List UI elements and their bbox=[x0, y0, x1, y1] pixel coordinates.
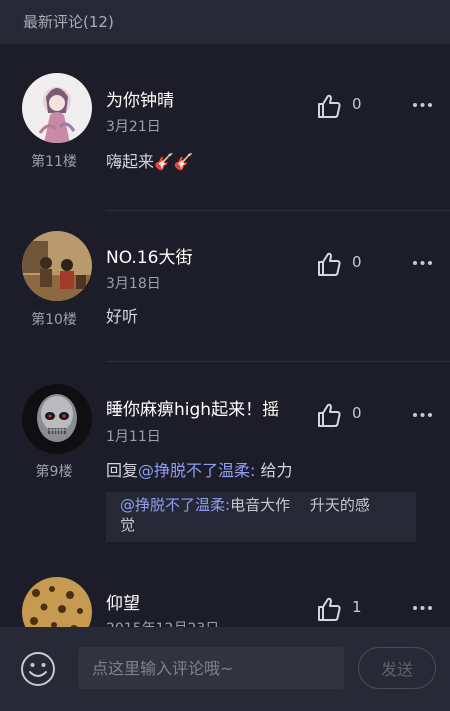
like-count: 0 bbox=[352, 95, 362, 113]
comment-username[interactable]: 仰望 bbox=[106, 589, 140, 614]
more-options-button[interactable] bbox=[408, 405, 438, 425]
comment-text: 嗨起来🎸🎸 bbox=[106, 152, 194, 171]
like-count: 0 bbox=[352, 253, 362, 271]
comment-composer: 发送 bbox=[0, 627, 450, 711]
quoted-text-line1: 电音大作 升天的感 bbox=[230, 496, 370, 514]
avatar[interactable] bbox=[22, 384, 92, 454]
thumbs-up-icon bbox=[318, 94, 341, 118]
comments-page: 最新评论(12) 第11楼 为你钟晴 3月21日 嗨起来🎸🎸 0 第10楼 NO… bbox=[0, 0, 450, 711]
like-button[interactable]: 0 bbox=[312, 91, 372, 121]
more-dots-icon bbox=[413, 606, 432, 610]
like-count: 1 bbox=[352, 598, 362, 616]
reply-prefix: 回复 bbox=[106, 461, 139, 480]
floor-label: 第10楼 bbox=[31, 312, 77, 328]
comment-date: 1月11日 bbox=[106, 429, 161, 445]
floor-label: 第9楼 bbox=[35, 464, 73, 480]
thumbs-up-icon bbox=[318, 403, 341, 427]
more-dots-icon bbox=[413, 261, 432, 265]
reply-text: 给力 bbox=[255, 461, 293, 480]
comment-username[interactable]: NO.16大街 bbox=[106, 243, 192, 268]
send-button[interactable]: 发送 bbox=[358, 647, 436, 689]
like-button[interactable]: 0 bbox=[312, 400, 372, 430]
avatar[interactable] bbox=[22, 73, 92, 143]
quoted-comment: @挣脱不了温柔:电音大作 升天的感 觉 bbox=[106, 492, 416, 542]
like-button[interactable]: 0 bbox=[312, 249, 372, 279]
floor-label: 第11楼 bbox=[31, 154, 77, 170]
thumbs-up-icon bbox=[318, 252, 341, 276]
more-options-button[interactable] bbox=[408, 95, 438, 115]
more-dots-icon bbox=[413, 413, 432, 417]
comment-reply: 回复@挣脱不了温柔: 给力 bbox=[106, 457, 293, 481]
comment-text: 好听 bbox=[106, 307, 139, 326]
more-dots-icon bbox=[413, 103, 432, 107]
comment-username[interactable]: 睡你麻痹high起来！摇 bbox=[106, 395, 279, 420]
reply-mention[interactable]: @挣脱不了温柔: bbox=[138, 461, 255, 480]
section-header: 最新评论(12) bbox=[0, 0, 450, 44]
thumbs-up-icon bbox=[318, 597, 341, 621]
comment-input[interactable] bbox=[78, 647, 344, 689]
avatar[interactable] bbox=[22, 231, 92, 301]
like-button[interactable]: 1 bbox=[312, 594, 372, 624]
comments-count-title: 最新评论(12) bbox=[23, 13, 114, 31]
comment-date: 3月21日 bbox=[106, 119, 161, 135]
smiley-icon bbox=[21, 652, 55, 686]
more-options-button[interactable] bbox=[408, 598, 438, 618]
divider bbox=[106, 361, 450, 362]
like-count: 0 bbox=[352, 404, 362, 422]
emoji-button[interactable] bbox=[20, 651, 56, 687]
comment-username[interactable]: 为你钟晴 bbox=[106, 86, 174, 111]
comment-date: 3月18日 bbox=[106, 276, 161, 292]
more-options-button[interactable] bbox=[408, 253, 438, 273]
quoted-mention[interactable]: @挣脱不了温柔: bbox=[120, 496, 230, 514]
divider bbox=[106, 210, 450, 211]
quoted-text-line2: 觉 bbox=[120, 516, 136, 534]
